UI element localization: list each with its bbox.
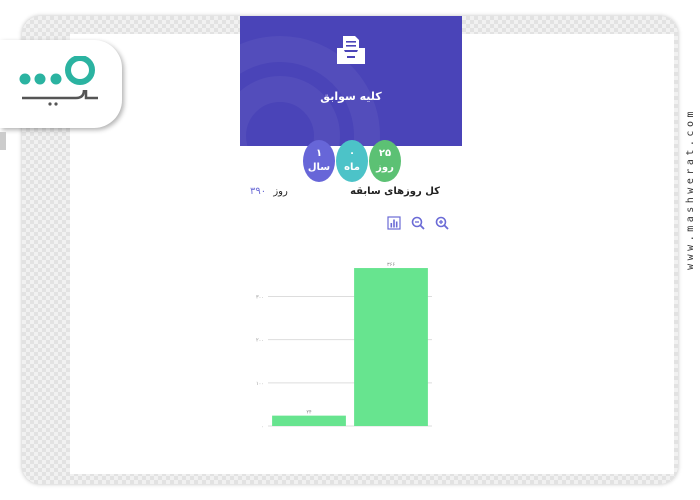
- work-days-bar-chart: ۰ ۱۰۰ ۲۰۰ ۳۰۰ ۲۴ ۳۶۶: [256, 262, 432, 430]
- folder-tray-icon: [337, 36, 365, 64]
- bar-chart-icon[interactable]: [386, 215, 402, 231]
- history-title: کلیه سوابق: [320, 90, 382, 103]
- zoom-out-icon[interactable]: [410, 215, 426, 231]
- days-unit: روز: [376, 162, 394, 173]
- mashwerat-logo-icon: [19, 56, 98, 106]
- y-tick-label: ۰: [261, 424, 264, 430]
- page: www.mashwerat.com کلیه سوابق ۱ سال ۰ ماه…: [0, 0, 700, 500]
- years-counter: ۱ سال: [303, 140, 335, 182]
- work-history-panel: کلیه سوابق ۱ سال ۰ ماه ۲۵ روز کل روزهای …: [240, 16, 462, 430]
- bar-value-label: ۲۴: [306, 410, 312, 416]
- y-tick-label: ۲۰۰: [256, 338, 264, 344]
- y-tick-label: ۳۰۰: [256, 295, 264, 301]
- bar: [272, 415, 346, 426]
- years-value: ۱: [315, 148, 323, 159]
- logo-side-bar: [0, 132, 6, 150]
- years-unit: سال: [307, 162, 331, 173]
- months-unit: ماه: [344, 162, 360, 173]
- history-header: کلیه سوابق: [240, 16, 462, 146]
- site-watermark: www.mashwerat.com: [685, 108, 696, 270]
- total-days-number: ۳۹۰: [250, 186, 267, 197]
- days-value: ۲۵: [378, 148, 392, 159]
- total-days-value: ۳۹۰ روز: [250, 186, 288, 197]
- months-value: ۰: [348, 148, 356, 159]
- y-tick-label: ۱۰۰: [256, 381, 264, 387]
- months-counter: ۰ ماه: [336, 140, 368, 182]
- days-counter: ۲۵ روز: [369, 140, 401, 182]
- bar: [354, 268, 428, 426]
- zoom-in-icon[interactable]: [434, 215, 450, 231]
- chart-toolbar: [386, 215, 450, 231]
- bar-value-label: ۳۶۶: [387, 262, 395, 268]
- total-days-unit: روز: [273, 186, 288, 197]
- brand-logo-badge: [0, 40, 122, 128]
